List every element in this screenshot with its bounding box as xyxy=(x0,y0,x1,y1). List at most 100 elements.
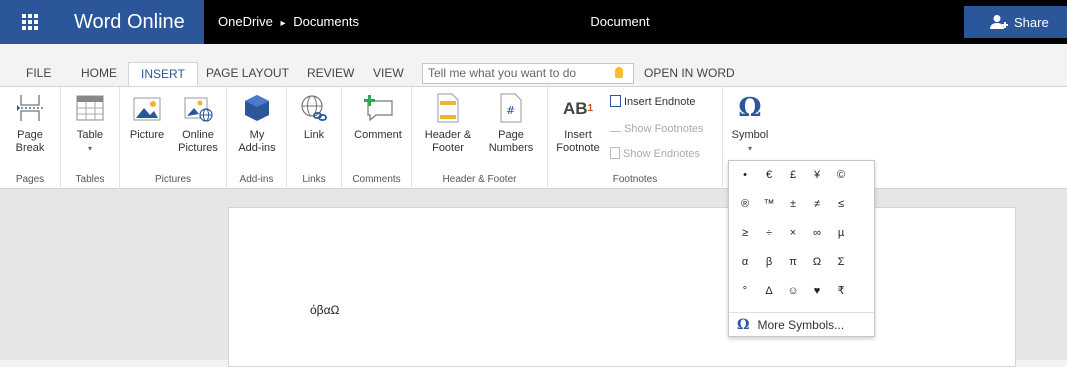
add-person-icon xyxy=(990,15,1008,29)
omega-icon: Ω xyxy=(737,317,750,333)
symbol-cell[interactable]: ± xyxy=(781,190,805,219)
omega-glyph: Ω xyxy=(738,92,762,123)
symbol-cell[interactable]: • xyxy=(733,161,757,190)
header-footer-icon xyxy=(431,91,465,125)
comment-icon xyxy=(361,91,395,125)
show-endnotes-button[interactable]: Show Endnotes xyxy=(610,147,700,160)
group-label-comments: Comments xyxy=(352,174,401,185)
symbol-cell[interactable]: ☺ xyxy=(781,277,805,306)
omega-icon: Ω xyxy=(733,91,767,125)
page-break-label: Page Break xyxy=(15,129,45,154)
tab-home[interactable]: HOME xyxy=(69,62,129,86)
tab-file[interactable]: FILE xyxy=(14,62,63,86)
page-break-button[interactable]: Page Break xyxy=(6,91,54,155)
show-footnotes-button[interactable]: Show Footnotes xyxy=(610,122,704,135)
tab-insert[interactable]: INSERT xyxy=(128,62,198,87)
online-pictures-button[interactable]: Online Pictures xyxy=(174,91,222,155)
tell-me-placeholder: Tell me what you want to do xyxy=(428,66,577,80)
ribbon-insert: Page Break Pages Table ▾ Tables Picture … xyxy=(0,86,1067,189)
show-footnotes-label: Show Footnotes xyxy=(624,123,704,135)
group-addins: My Add-ins Add-ins xyxy=(227,87,287,189)
show-endnotes-label: Show Endnotes xyxy=(623,148,701,160)
link-globe-icon xyxy=(297,91,331,125)
header-footer-button[interactable]: Header & Footer xyxy=(418,91,478,155)
symbol-cell[interactable]: Σ xyxy=(829,248,853,277)
endnote-icon xyxy=(610,95,621,107)
symbol-cell[interactable]: ® xyxy=(733,190,757,219)
document-page[interactable] xyxy=(228,207,1016,367)
comment-label: Comment xyxy=(354,129,402,141)
symbol-cell[interactable]: µ xyxy=(829,219,853,248)
comment-button[interactable]: Comment xyxy=(350,91,406,142)
symbol-cell[interactable]: ≤ xyxy=(829,190,853,219)
online-pictures-label: Online Pictures xyxy=(178,129,218,154)
table-label: Table xyxy=(76,129,104,141)
breadcrumb-separator-icon: ▸ xyxy=(280,18,286,29)
breadcrumb-onedrive[interactable]: OneDrive xyxy=(218,14,273,29)
symbol-cell[interactable]: π xyxy=(781,248,805,277)
chevron-down-icon: ▾ xyxy=(87,144,92,153)
picture-button[interactable]: Picture xyxy=(124,91,170,142)
symbol-cell[interactable]: ≥ xyxy=(733,219,757,248)
page-break-icon xyxy=(13,91,47,125)
symbol-cell[interactable]: ♥ xyxy=(805,277,829,306)
symbol-cell[interactable]: β xyxy=(757,248,781,277)
footnote-icon-sup: 1 xyxy=(587,102,594,114)
breadcrumb: OneDrive ▸ Documents xyxy=(218,0,359,44)
group-links: Link Links xyxy=(287,87,342,189)
footnote-icon-text: AB xyxy=(562,98,588,118)
share-label: Share xyxy=(1014,14,1049,30)
symbol-cell[interactable]: ≠ xyxy=(805,190,829,219)
share-button[interactable]: Share xyxy=(964,6,1067,38)
insert-endnote-label: Insert Endnote xyxy=(624,96,696,108)
page-numbers-label: Page Numbers xyxy=(488,129,534,154)
document-text[interactable]: όβαΩ xyxy=(310,303,339,317)
tab-page-layout[interactable]: PAGE LAYOUT xyxy=(194,62,301,86)
page-number-icon: # xyxy=(494,91,528,125)
insert-footnote-button[interactable]: AB 1 Insert Footnote xyxy=(552,91,604,155)
symbol-cell[interactable]: ÷ xyxy=(757,219,781,248)
picture-label: Picture xyxy=(129,129,165,141)
tell-me-search-input[interactable]: Tell me what you want to do xyxy=(422,63,634,84)
symbol-cell[interactable]: × xyxy=(781,219,805,248)
table-icon xyxy=(73,91,107,125)
symbol-cell[interactable]: ™ xyxy=(757,190,781,219)
symbol-cell[interactable]: ∞ xyxy=(805,219,829,248)
group-footnotes: AB 1 Insert Footnote Insert Endnote Show … xyxy=(548,87,723,189)
online-pictures-icon xyxy=(181,91,215,125)
group-label-links: Links xyxy=(302,174,326,185)
tab-view[interactable]: VIEW xyxy=(361,62,416,86)
symbol-cell[interactable]: α xyxy=(733,248,757,277)
insert-endnote-button[interactable]: Insert Endnote xyxy=(610,95,696,108)
table-button[interactable]: Table ▾ xyxy=(67,91,113,155)
symbol-grid: • € £ ¥ © ® ™ ± ≠ ≤ ≥ ÷ × ∞ µ α β π Ω Σ ° Δ ☺ ♥ ₹ xyxy=(729,161,874,306)
lightbulb-icon xyxy=(615,67,623,78)
symbol-dropdown: • € £ ¥ © ® ™ ± ≠ ≤ ≥ ÷ × ∞ µ α β π Ω Σ ° Δ ☺ ♥ ₹ Ω More Symbols.… xyxy=(728,160,875,337)
more-symbols-label: More Symbols... xyxy=(757,318,845,332)
symbol-button[interactable]: Ω Symbol ▾ xyxy=(728,91,772,155)
document-title[interactable]: Document xyxy=(560,0,680,44)
symbol-cell[interactable]: ¥ xyxy=(805,161,829,190)
link-button[interactable]: Link xyxy=(292,91,336,142)
ribbon-tab-bar: FILE HOME INSERT PAGE LAYOUT REVIEW VIEW… xyxy=(0,62,1067,87)
symbol-cell[interactable]: ₹ xyxy=(829,277,853,306)
my-addins-button[interactable]: My Add-ins xyxy=(233,91,281,155)
symbol-cell[interactable]: € xyxy=(757,161,781,190)
group-label-footnotes: Footnotes xyxy=(612,174,658,185)
more-symbols-button[interactable]: Ω More Symbols... xyxy=(729,312,874,337)
symbol-cell[interactable]: Δ xyxy=(757,277,781,306)
symbol-cell[interactable]: ° xyxy=(733,277,757,306)
group-pictures: Picture Online Pictures Pictures xyxy=(120,87,227,189)
app-name[interactable]: Word Online xyxy=(60,0,204,44)
app-launcher-button[interactable] xyxy=(0,0,60,44)
tab-review[interactable]: REVIEW xyxy=(295,62,366,86)
open-in-word-button[interactable]: OPEN IN WORD xyxy=(644,62,735,84)
page-numbers-button[interactable]: # Page Numbers xyxy=(480,91,542,155)
breadcrumb-documents[interactable]: Documents xyxy=(293,14,359,29)
symbol-cell[interactable]: £ xyxy=(781,161,805,190)
group-comments: Comment Comments xyxy=(342,87,412,189)
symbol-cell[interactable]: Ω xyxy=(805,248,829,277)
group-label-pictures: Pictures xyxy=(154,174,192,185)
group-label-tables: Tables xyxy=(75,174,105,185)
symbol-cell[interactable]: © xyxy=(829,161,853,190)
